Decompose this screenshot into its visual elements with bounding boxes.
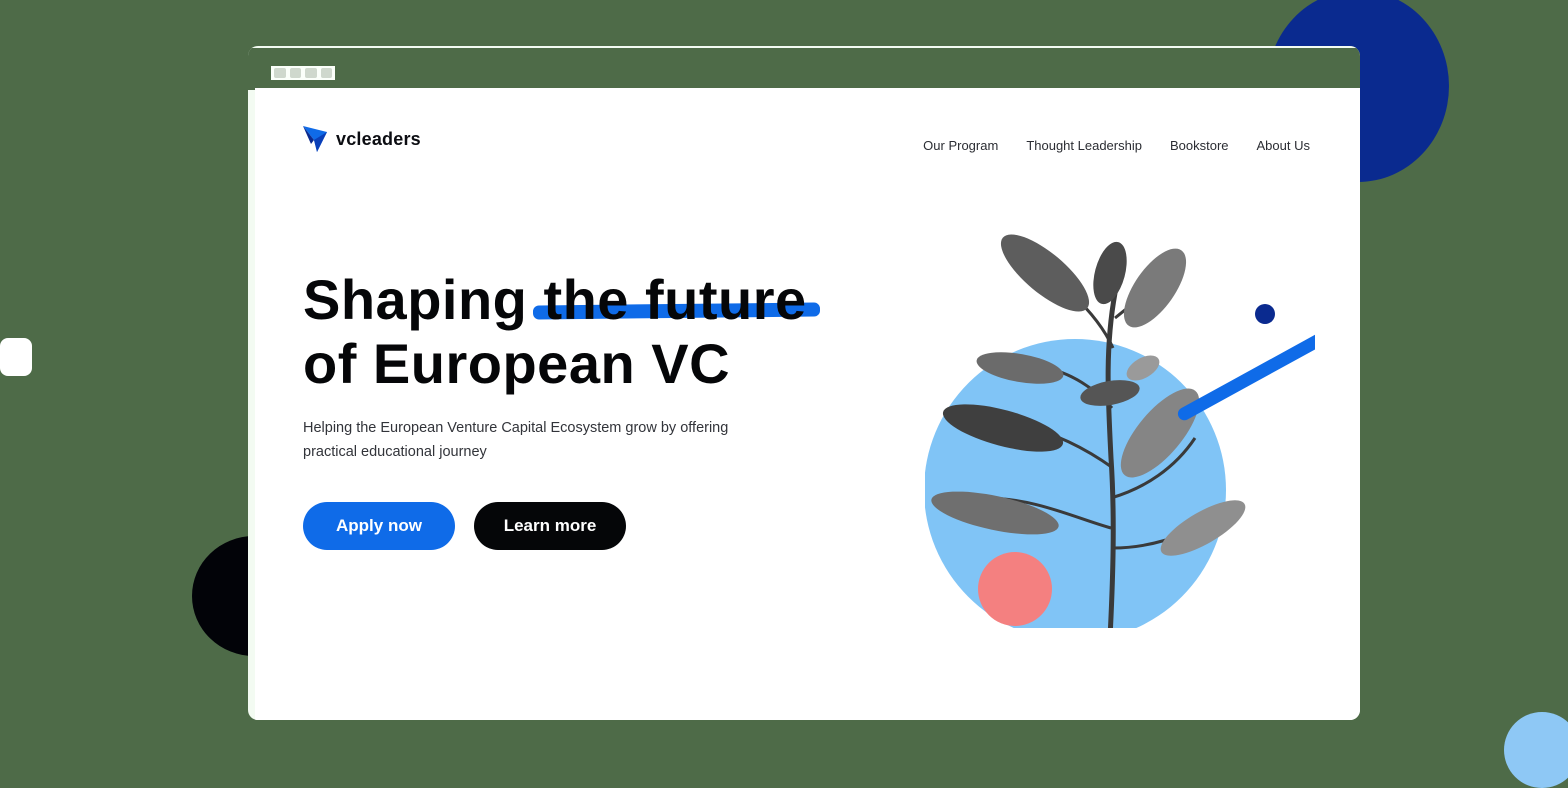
hero-heading-part1: Shaping bbox=[303, 268, 544, 331]
window-controls bbox=[271, 66, 335, 80]
nav-link-bookstore[interactable]: Bookstore bbox=[1170, 138, 1229, 153]
learn-more-button[interactable]: Learn more bbox=[474, 502, 626, 550]
decorative-light-blue-circle bbox=[1504, 712, 1568, 788]
browser-window: vcleaders Our Program Thought Leadership… bbox=[248, 46, 1360, 720]
hero-illustration bbox=[925, 234, 1315, 628]
hero-heading-line2: of European VC bbox=[303, 332, 731, 395]
decorative-coral-circle bbox=[978, 552, 1052, 626]
brand-name: vcleaders bbox=[336, 128, 421, 149]
browser-toolbar bbox=[248, 46, 1360, 90]
window-control-dot bbox=[274, 68, 286, 78]
paper-plane-icon bbox=[303, 126, 327, 152]
blue-brush-stroke bbox=[1177, 334, 1315, 421]
decorative-light-blue-circle bbox=[925, 339, 1226, 628]
apply-now-button[interactable]: Apply now bbox=[303, 502, 455, 550]
nav-link-our-program[interactable]: Our Program bbox=[923, 138, 998, 153]
decorative-white-shape bbox=[0, 338, 32, 376]
hero-heading: Shaping the future of European VC bbox=[303, 268, 821, 396]
window-control-dot bbox=[305, 68, 317, 78]
brand-logo[interactable]: vcleaders bbox=[303, 126, 421, 152]
hero-heading-highlight: the future bbox=[533, 268, 821, 332]
decorative-navy-dot bbox=[1255, 304, 1275, 324]
hero-subtitle: Helping the European Venture Capital Eco… bbox=[303, 420, 729, 460]
landing-page: vcleaders Our Program Thought Leadership… bbox=[255, 88, 1360, 720]
main-navigation: Our Program Thought Leadership Bookstore… bbox=[923, 138, 1310, 153]
hero-heading-highlight-text: the future bbox=[543, 268, 807, 331]
window-control-dot bbox=[320, 68, 332, 78]
nav-link-about-us[interactable]: About Us bbox=[1257, 138, 1310, 153]
nav-link-thought-leadership[interactable]: Thought Leadership bbox=[1026, 138, 1142, 153]
window-control-dot bbox=[289, 68, 301, 78]
